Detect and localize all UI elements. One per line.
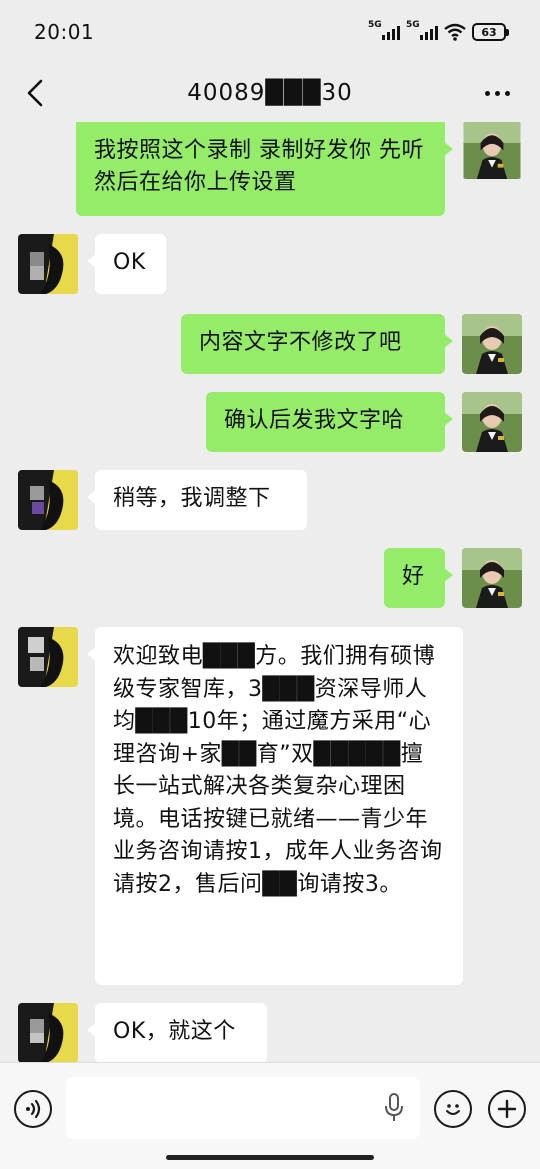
battery-level: 63: [481, 25, 497, 39]
avatar-photo: [462, 314, 522, 374]
microphone-icon[interactable]: [384, 1093, 404, 1123]
message-bubble-sent[interactable]: 内容文字不修改了吧: [181, 314, 453, 374]
message-bubble-received[interactable]: 欢迎致电███方。我们拥有硕博级专家智库，3███资深导师人均███10年；通过…: [87, 627, 463, 985]
cellular-signal-icon: 5G: [406, 20, 438, 40]
voice-icon: [26, 1099, 41, 1119]
battery-icon: 63: [472, 23, 509, 41]
emoji-button[interactable]: [434, 1090, 472, 1128]
back-button[interactable]: [18, 76, 52, 110]
avatar-photo: [18, 1003, 78, 1062]
message-bubble-sent[interactable]: 确认后发我文字哈: [206, 392, 453, 452]
message-bubble-sent[interactable]: 好: [384, 548, 453, 608]
avatar-photo: [462, 392, 522, 452]
plus-icon: [497, 1099, 517, 1119]
wifi-icon: [444, 23, 466, 41]
avatar-photo: [463, 122, 521, 179]
message-text: OK: [113, 250, 146, 275]
chat-header: 40089███30: [0, 64, 540, 122]
my-avatar[interactable]: [462, 314, 522, 374]
contact-avatar[interactable]: [18, 1003, 78, 1062]
voice-button[interactable]: [14, 1090, 52, 1128]
avatar-photo: [18, 627, 78, 687]
message-list[interactable]: 我按照这个录制 录制好发你 先听 然后在给你上传设置 OK 内容文字不修改了吧: [0, 122, 540, 1062]
home-indicator[interactable]: [166, 1155, 374, 1160]
contact-avatar[interactable]: [18, 470, 78, 530]
my-avatar[interactable]: [462, 548, 522, 608]
more-button[interactable]: [480, 78, 514, 108]
my-avatar[interactable]: [462, 122, 522, 179]
more-actions-button[interactable]: [488, 1090, 526, 1128]
avatar-photo: [462, 548, 522, 608]
message-text: 稍等，我调整下: [113, 486, 271, 511]
message-input[interactable]: [66, 1077, 420, 1139]
chevron-left-icon: [27, 79, 43, 107]
message-text: 好: [402, 564, 425, 589]
chat-title: 40089███30: [187, 80, 353, 106]
more-dots-icon: [484, 90, 490, 96]
status-time: 20:01: [34, 20, 95, 44]
status-bar: 20:01 5G 5G 63: [0, 0, 540, 64]
message-bubble-received[interactable]: 稍等，我调整下: [87, 470, 307, 530]
network-type-label: 5G: [406, 20, 420, 30]
status-icons: 5G 5G 63: [368, 20, 509, 41]
cellular-signal-icon: 5G: [368, 20, 400, 40]
message-text: 确认后发我文字哈: [224, 408, 405, 433]
message-text: 我按照这个录制 录制好发你 先听 然后在给你上传设置: [94, 138, 424, 195]
message-bubble-received[interactable]: OK，就这个: [87, 1003, 267, 1062]
message-bubble-received[interactable]: OK: [87, 234, 166, 294]
message-text: OK，就这个: [113, 1019, 236, 1044]
my-avatar[interactable]: [462, 392, 522, 452]
input-bar: [0, 1062, 540, 1169]
message-text: 欢迎致电███方。我们拥有硕博级专家智库，3███资深导师人均███10年；通过…: [113, 644, 443, 897]
message-text: 内容文字不修改了吧: [199, 330, 402, 355]
avatar-photo: [18, 234, 78, 294]
contact-avatar[interactable]: [18, 234, 78, 294]
message-bubble-sent[interactable]: 我按照这个录制 录制好发你 先听 然后在给你上传设置: [76, 122, 453, 216]
avatar-photo: [18, 470, 78, 530]
network-type-label: 5G: [368, 20, 382, 30]
emoji-icon: [446, 1104, 460, 1115]
contact-avatar[interactable]: [18, 627, 78, 687]
